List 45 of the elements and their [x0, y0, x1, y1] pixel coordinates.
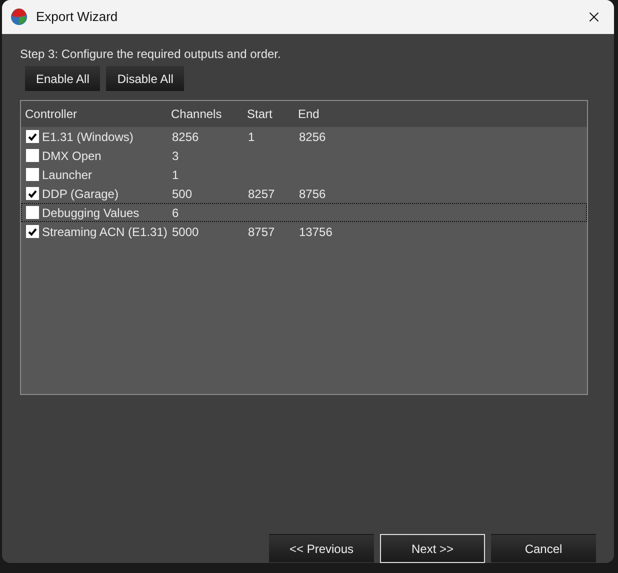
- toolbar-button[interactable]: Disable All: [106, 66, 184, 91]
- footer-button[interactable]: Next >>: [380, 534, 485, 563]
- table-cell: 8256: [299, 130, 326, 144]
- instruction-text: Step 3: Configure the required outputs and order.: [20, 46, 282, 62]
- footer-button[interactable]: Cancel: [491, 534, 596, 563]
- check-icon: [28, 132, 37, 140]
- table-cell-text: DMX Open: [42, 148, 102, 164]
- table-cell: 8757: [248, 224, 275, 238]
- column-header[interactable]: Start: [247, 105, 298, 123]
- table-cell-text: Streaming ACN (E1.31): [42, 224, 168, 240]
- column-header[interactable]: Channels: [171, 105, 247, 123]
- table-cell: 1: [248, 130, 255, 144]
- table-row[interactable]: Launcher 1: [21, 165, 587, 184]
- table-cell-text: DDP (Garage): [42, 186, 118, 202]
- checkbox[interactable]: [26, 225, 39, 238]
- footer-button[interactable]: << Previous: [269, 534, 374, 563]
- checkbox[interactable]: [26, 168, 39, 181]
- checkbox[interactable]: [26, 130, 39, 143]
- table-cell: 13756: [299, 224, 332, 238]
- check-icon: [28, 190, 37, 198]
- table-row[interactable]: Debugging Values 6: [21, 203, 587, 222]
- table-cell: 6: [172, 206, 179, 220]
- check-icon: [28, 228, 37, 236]
- column-header[interactable]: End: [298, 105, 358, 123]
- table-row[interactable]: DDP (Garage) 500 8257 8756: [21, 184, 587, 203]
- checkbox[interactable]: [26, 187, 39, 200]
- table-cell-text: E1.31 (Windows): [42, 128, 134, 146]
- table-cell: 8256: [172, 130, 199, 144]
- table-cell: 8756: [299, 186, 326, 200]
- table-cell: 8257: [248, 186, 275, 200]
- table-row[interactable]: Streaming ACN (E1.31) 5000 8757 13756: [21, 222, 587, 241]
- table-cell-text: Debugging Values: [42, 204, 140, 222]
- table-cell: 5000: [172, 224, 199, 238]
- table-cell: 3: [172, 148, 179, 162]
- table-cell: 500: [172, 186, 192, 200]
- checkbox[interactable]: [26, 149, 39, 162]
- window-title: Export Wizard: [36, 8, 118, 26]
- table-row[interactable]: E1.31 (Windows) 8256 1 8256: [21, 127, 587, 146]
- app-logo-icon: [10, 8, 28, 26]
- table-cell: 1: [172, 168, 179, 182]
- toolbar-button[interactable]: Enable All: [25, 66, 100, 91]
- table-row[interactable]: DMX Open 3: [21, 146, 587, 165]
- checkbox[interactable]: [26, 206, 39, 219]
- table-cell-text: Launcher: [42, 166, 92, 184]
- column-header[interactable]: Controller: [25, 105, 171, 123]
